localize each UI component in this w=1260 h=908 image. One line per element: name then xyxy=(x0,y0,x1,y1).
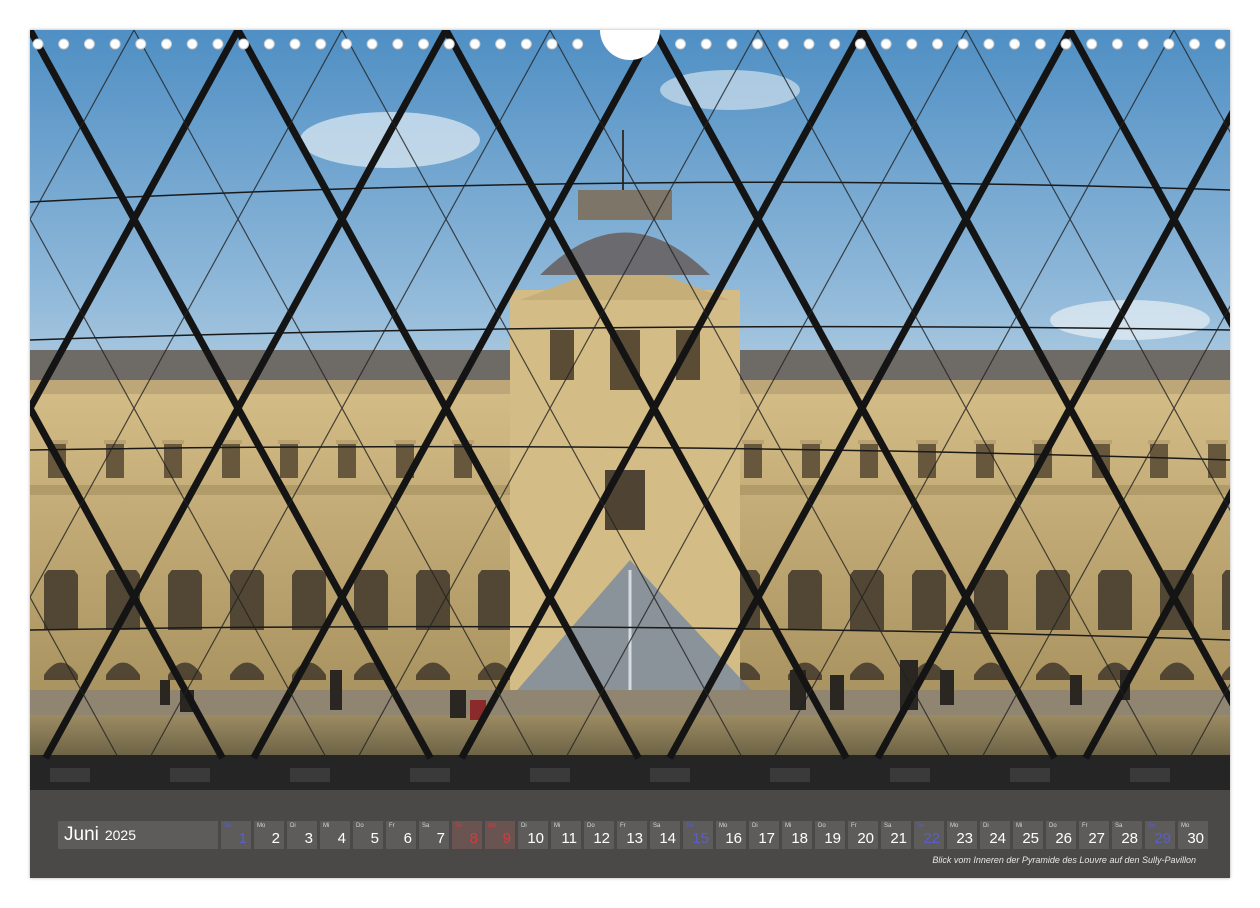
day-cell: Sa 28 xyxy=(1112,821,1142,849)
weekday-abbr: Di xyxy=(290,823,296,829)
day-number: 9 xyxy=(502,830,511,847)
day-number: 23 xyxy=(956,830,973,847)
day-cell: Sa 21 xyxy=(881,821,911,849)
weekday-abbr: Sa xyxy=(884,823,892,829)
day-number: 8 xyxy=(469,830,478,847)
day-number: 14 xyxy=(659,830,676,847)
day-cell: Mi 4 xyxy=(320,821,350,849)
day-number: 24 xyxy=(989,830,1006,847)
day-cell: Fr 6 xyxy=(386,821,416,849)
day-number: 12 xyxy=(593,830,610,847)
day-cell: Di 3 xyxy=(287,821,317,849)
weekday-abbr: Do xyxy=(1049,823,1057,829)
weekday-abbr: Sa xyxy=(422,823,430,829)
day-number: 27 xyxy=(1088,830,1105,847)
day-number: 26 xyxy=(1055,830,1072,847)
weekday-abbr: So xyxy=(686,823,694,829)
weekday-abbr: Mi xyxy=(323,823,330,829)
weekday-abbr: Mi xyxy=(554,823,561,829)
weekday-abbr: Mo xyxy=(1181,823,1190,829)
day-row: So 1 Mo 2 Di 3 Mi 4 Do 5 Fr 6 Sa 7 So 8 Mo 9 Di 10 Mi 11 Do 12 F… xyxy=(221,821,1208,849)
weekday-abbr: Do xyxy=(356,823,364,829)
day-cell: Do 12 xyxy=(584,821,614,849)
weekday-abbr: Do xyxy=(818,823,826,829)
day-number: 3 xyxy=(304,830,313,847)
day-number: 6 xyxy=(403,830,412,847)
weekday-abbr: Fr xyxy=(1082,823,1088,829)
day-cell: Mo 2 xyxy=(254,821,284,849)
weekday-abbr: Mo xyxy=(257,823,266,829)
day-cell: So 1 xyxy=(221,821,251,849)
day-cell: Mo 30 xyxy=(1178,821,1208,849)
day-cell: Sa 14 xyxy=(650,821,680,849)
weekday-abbr: Mo xyxy=(488,823,497,829)
day-cell: Sa 7 xyxy=(419,821,449,849)
day-number: 17 xyxy=(758,830,775,847)
weekday-abbr: Fr xyxy=(851,823,857,829)
day-number: 7 xyxy=(436,830,445,847)
weekday-abbr: Di xyxy=(983,823,989,829)
day-number: 10 xyxy=(527,830,544,847)
day-cell: Di 10 xyxy=(518,821,548,849)
day-number: 4 xyxy=(337,830,346,847)
weekday-abbr: Fr xyxy=(389,823,395,829)
weekday-abbr: So xyxy=(1148,823,1156,829)
day-cell: Fr 20 xyxy=(848,821,878,849)
day-cell: So 29 xyxy=(1145,821,1175,849)
day-number: 21 xyxy=(890,830,907,847)
calendar-page xyxy=(30,30,1230,878)
day-number: 19 xyxy=(824,830,841,847)
day-number: 15 xyxy=(692,830,709,847)
month-year: 2025 xyxy=(104,827,137,843)
day-number: 25 xyxy=(1022,830,1039,847)
weekday-abbr: Fr xyxy=(620,823,626,829)
day-number: 1 xyxy=(238,830,247,847)
day-cell: Mi 25 xyxy=(1013,821,1043,849)
day-number: 13 xyxy=(626,830,643,847)
day-number: 20 xyxy=(857,830,874,847)
day-number: 29 xyxy=(1154,830,1171,847)
day-cell: Mo 23 xyxy=(947,821,977,849)
day-cell: Di 24 xyxy=(980,821,1010,849)
day-cell: Do 5 xyxy=(353,821,383,849)
day-cell: Mo 16 xyxy=(716,821,746,849)
day-cell: Di 17 xyxy=(749,821,779,849)
day-cell: Mo 9 xyxy=(485,821,515,849)
day-number: 30 xyxy=(1187,830,1204,847)
weekday-abbr: Mo xyxy=(950,823,959,829)
day-cell: So 15 xyxy=(683,821,713,849)
weekday-abbr: So xyxy=(455,823,463,829)
day-cell: Fr 27 xyxy=(1079,821,1109,849)
weekday-abbr: Mi xyxy=(785,823,792,829)
day-cell: Do 26 xyxy=(1046,821,1076,849)
day-number: 28 xyxy=(1121,830,1138,847)
day-number: 5 xyxy=(370,830,379,847)
month-name: Juni xyxy=(64,824,99,845)
weekday-abbr: Sa xyxy=(1115,823,1123,829)
weekday-abbr: Di xyxy=(752,823,758,829)
weekday-abbr: So xyxy=(917,823,925,829)
weekday-abbr: So xyxy=(224,823,232,829)
photo-caption: Blick vom Inneren der Pyramide des Louvr… xyxy=(932,855,1196,865)
weekday-abbr: Mo xyxy=(719,823,728,829)
month-label: Juni 2025 xyxy=(58,821,218,849)
day-cell: Mi 18 xyxy=(782,821,812,849)
day-cell: So 22 xyxy=(914,821,944,849)
day-number: 18 xyxy=(791,830,808,847)
day-cell: Do 19 xyxy=(815,821,845,849)
day-number: 11 xyxy=(561,830,577,847)
day-number: 16 xyxy=(725,830,742,847)
day-cell: Mi 11 xyxy=(551,821,581,849)
day-number: 22 xyxy=(923,830,940,847)
louvre-photo xyxy=(30,30,1230,800)
day-cell: Fr 13 xyxy=(617,821,647,849)
weekday-abbr: Sa xyxy=(653,823,661,829)
weekday-abbr: Di xyxy=(521,823,527,829)
weekday-abbr: Mi xyxy=(1016,823,1023,829)
day-cell: So 8 xyxy=(452,821,482,849)
weekday-abbr: Do xyxy=(587,823,595,829)
day-number: 2 xyxy=(271,830,280,847)
